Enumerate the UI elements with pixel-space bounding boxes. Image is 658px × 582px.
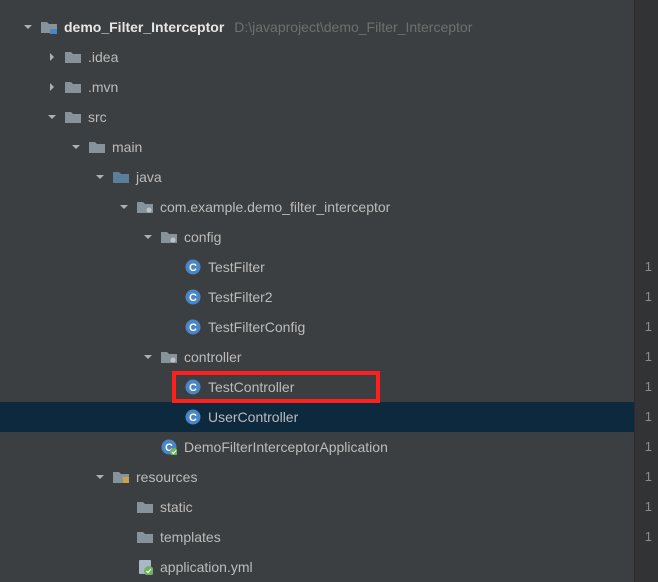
tree-row-appyml[interactable]: application.yml [0,552,658,582]
gutter-mark: 1 [645,372,652,402]
class-icon: C [184,408,202,426]
static-label: static [160,499,193,515]
tree-row-config[interactable]: config [0,222,658,252]
tree-row-usercontroller[interactable]: C UserController [0,402,658,432]
testfilterconfig-label: TestFilterConfig [208,319,305,335]
gutter-mark: 1 [645,402,652,432]
tree-row-main[interactable]: main [0,132,658,162]
chevron-down-icon[interactable] [44,109,60,125]
chevron-down-icon[interactable] [92,469,108,485]
chevron-down-icon[interactable] [140,229,156,245]
testcontroller-label: TestController [208,379,294,395]
idea-label: .idea [88,49,118,65]
gutter-mark: 1 [645,492,652,522]
templates-label: templates [160,529,221,545]
package-label: com.example.demo_filter_interceptor [160,199,390,215]
gutter-mark: 1 [645,282,652,312]
svg-text:C: C [189,412,197,424]
svg-text:C: C [189,382,197,394]
class-icon: C [184,378,202,396]
chevron-right-icon[interactable] [44,49,60,65]
folder-icon [136,498,154,516]
folder-icon [64,48,82,66]
gutter-mark: 1 [645,462,652,492]
tree-row-controller[interactable]: controller [0,342,658,372]
testfilter-label: TestFilter [208,259,265,275]
chevron-down-icon[interactable] [92,169,108,185]
class-icon: C [184,258,202,276]
gutter-mark: 1 [645,342,652,372]
package-icon [160,228,178,246]
svg-text:C: C [189,292,197,304]
tree-row-package[interactable]: com.example.demo_filter_interceptor [0,192,658,222]
tree-row-mvn[interactable]: .mvn [0,72,658,102]
root-label: demo_Filter_Interceptor [64,19,224,35]
chevron-down-icon[interactable] [140,349,156,365]
config-label: config [184,229,221,245]
folder-icon [88,138,106,156]
tree-row-testfilter[interactable]: C TestFilter [0,252,658,282]
svg-text:C: C [189,322,197,334]
usercontroller-label: UserController [208,409,298,425]
svg-text:C: C [189,262,197,274]
java-label: java [136,169,162,185]
mvn-label: .mvn [88,79,118,95]
tree-row-testfilterconfig[interactable]: C TestFilterConfig [0,312,658,342]
tree-row-application[interactable]: C DemoFilterInterceptorApplication [0,432,658,462]
module-folder-icon [40,18,58,36]
folder-icon [64,78,82,96]
gutter-mark: 1 [645,432,652,462]
chevron-down-icon[interactable] [116,199,132,215]
appyml-label: application.yml [160,559,253,575]
src-label: src [88,109,107,125]
tree-row-testcontroller[interactable]: C TestController [0,372,658,402]
chevron-down-icon[interactable] [20,19,36,35]
package-icon [136,198,154,216]
class-icon: C [184,288,202,306]
chevron-right-icon[interactable] [44,79,60,95]
main-label: main [112,139,142,155]
tree-row-static[interactable]: static [0,492,658,522]
root-path: D:\javaproject\demo_Filter_Interceptor [234,19,472,35]
folder-icon [136,528,154,546]
class-icon: C [184,318,202,336]
application-label: DemoFilterInterceptorApplication [184,439,388,455]
gutter: 1 1 1 1 1 1 1 1 1 1 [634,0,658,582]
tree-row-idea[interactable]: .idea [0,42,658,72]
tree-row-root[interactable]: demo_Filter_Interceptor D:\javaproject\d… [0,12,658,42]
tree-row-templates[interactable]: templates [0,522,658,552]
chevron-down-icon[interactable] [68,139,84,155]
tree-row-src[interactable]: src [0,102,658,132]
resources-label: resources [136,469,197,485]
controller-label: controller [184,349,242,365]
yml-file-icon [136,558,154,576]
package-icon [160,348,178,366]
tree-row-testfilter2[interactable]: C TestFilter2 [0,282,658,312]
source-folder-icon [112,168,130,186]
testfilter2-label: TestFilter2 [208,289,273,305]
folder-icon [64,108,82,126]
resources-folder-icon [112,468,130,486]
tree-row-java[interactable]: java [0,162,658,192]
gutter-mark: 1 [645,522,652,552]
tree-row-resources[interactable]: resources [0,462,658,492]
gutter-mark: 1 [645,312,652,342]
spring-class-icon: C [160,438,178,456]
project-tree: demo_Filter_Interceptor D:\javaproject\d… [0,0,658,582]
gutter-mark: 1 [645,252,652,282]
